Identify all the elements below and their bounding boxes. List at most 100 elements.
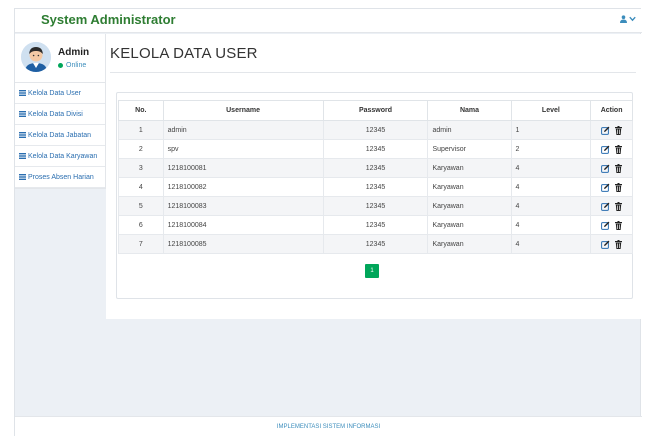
sidebar-item-label: Kelola Data User — [28, 89, 81, 97]
pagination-page-1[interactable]: 1 — [365, 264, 379, 278]
sidebar-item-kelola-data-karyawan[interactable]: Kelola Data Karyawan — [15, 146, 105, 167]
cell-password: 12345 — [322, 215, 429, 235]
table-row: 1 admin 12345 admin 1 — [118, 120, 633, 140]
trash-icon[interactable] — [614, 125, 623, 135]
column-header: No. — [118, 100, 164, 121]
column-header: Level — [510, 100, 592, 121]
user-icon — [620, 15, 627, 23]
cell-no: 1 — [118, 120, 164, 140]
cell-level: 4 — [510, 196, 592, 216]
edit-icon[interactable] — [600, 183, 610, 192]
cell-level: 4 — [510, 158, 592, 178]
cell-nama: Supervisor — [427, 139, 512, 159]
sidebar-item-kelola-data-divisi[interactable]: Kelola Data Divisi — [15, 104, 105, 125]
sidebar-item-proses-absen-harian[interactable]: Proses Absen Harian — [15, 167, 105, 188]
cell-action — [590, 139, 633, 159]
cell-username: 1218100084 — [162, 215, 324, 235]
online-status-icon — [58, 63, 63, 68]
edit-icon[interactable] — [600, 240, 610, 249]
edit-icon[interactable] — [600, 202, 610, 211]
cell-password: 12345 — [322, 234, 429, 254]
column-header: Username — [162, 100, 324, 121]
table-header-row: No. Username Password Nama Level Action — [118, 100, 633, 121]
column-header: Action — [590, 100, 633, 121]
cell-nama: Karyawan — [427, 215, 512, 235]
cell-nama: Karyawan — [427, 234, 512, 254]
sidebar-item-kelola-data-user[interactable]: Kelola Data User — [15, 83, 105, 104]
table-row: 4 1218100082 12345 Karyawan 4 — [118, 177, 633, 197]
cell-no: 4 — [118, 177, 164, 197]
cell-nama: Karyawan — [427, 177, 512, 197]
table-row: 6 1218100084 12345 Karyawan 4 — [118, 215, 633, 235]
user-name: Admin — [58, 47, 90, 58]
trash-icon[interactable] — [614, 182, 623, 192]
list-icon — [19, 90, 26, 96]
column-header: Nama — [427, 100, 512, 121]
user-status: Online — [58, 62, 86, 69]
cell-level: 4 — [510, 215, 592, 235]
user-table: No. Username Password Nama Level Action … — [118, 100, 633, 254]
table-row: 3 1218100081 12345 Karyawan 4 — [118, 158, 633, 178]
list-icon — [19, 132, 26, 138]
trash-icon[interactable] — [614, 163, 623, 173]
cell-username: 1218100083 — [162, 196, 324, 216]
brand-title[interactable]: System Administrator — [41, 12, 176, 27]
cell-password: 12345 — [322, 196, 429, 216]
main-content: KELOLA DATA USER No. Username Password N… — [106, 34, 642, 319]
cell-no: 3 — [118, 158, 164, 178]
user-panel: Admin Online — [15, 34, 105, 83]
table-row: 5 1218100083 12345 Karyawan 4 — [118, 196, 633, 216]
cell-action — [590, 234, 633, 254]
title-divider — [110, 72, 636, 73]
column-header: Password — [322, 100, 429, 121]
user-status-label: Online — [66, 62, 87, 69]
cell-action — [590, 177, 633, 197]
cell-nama: admin — [427, 120, 512, 140]
edit-icon[interactable] — [600, 145, 610, 154]
user-menu-toggle[interactable] — [620, 15, 636, 23]
user-table-box: No. Username Password Nama Level Action … — [116, 92, 633, 299]
cell-no: 7 — [118, 234, 164, 254]
trash-icon[interactable] — [614, 220, 623, 230]
cell-username: 1218100085 — [162, 234, 324, 254]
trash-icon[interactable] — [614, 144, 623, 154]
cell-level: 2 — [510, 139, 592, 159]
cell-no: 6 — [118, 215, 164, 235]
cell-password: 12345 — [322, 177, 429, 197]
top-navbar: System Administrator — [15, 9, 642, 33]
list-icon — [19, 111, 26, 117]
sidebar-item-label: Kelola Data Divisi — [28, 110, 83, 118]
list-icon — [19, 153, 26, 159]
cell-level: 4 — [510, 234, 592, 254]
cell-action — [590, 158, 633, 178]
cell-username: spv — [162, 139, 324, 159]
sidebar-item-kelola-data-jabatan[interactable]: Kelola Data Jabatan — [15, 125, 105, 146]
sidebar-item-label: Kelola Data Karyawan — [28, 152, 98, 160]
cell-action — [590, 196, 633, 216]
footer: IMPLEMENTASI SISTEM INFORMASI — [15, 416, 642, 437]
edit-icon[interactable] — [600, 164, 610, 173]
app-window: System Administrator Admin Online Kelola… — [14, 8, 642, 437]
cell-nama: Karyawan — [427, 196, 512, 216]
cell-no: 2 — [118, 139, 164, 159]
table-row: 7 1218100085 12345 Karyawan 4 — [118, 234, 633, 254]
cell-nama: Karyawan — [427, 158, 512, 178]
avatar — [21, 42, 51, 72]
cell-password: 12345 — [322, 120, 429, 140]
cell-no: 5 — [118, 196, 164, 216]
cell-password: 12345 — [322, 158, 429, 178]
cell-username: admin — [162, 120, 324, 140]
edit-icon[interactable] — [600, 126, 610, 135]
cell-username: 1218100081 — [162, 158, 324, 178]
table-row: 2 spv 12345 Supervisor 2 — [118, 139, 633, 159]
cell-level: 1 — [510, 120, 592, 140]
trash-icon[interactable] — [614, 201, 623, 211]
edit-icon[interactable] — [600, 221, 610, 230]
list-icon — [19, 174, 26, 180]
chevron-down-icon — [629, 16, 636, 22]
sidebar-item-label: Proses Absen Harian — [28, 173, 94, 181]
cell-action — [590, 215, 633, 235]
cell-username: 1218100082 — [162, 177, 324, 197]
cell-level: 4 — [510, 177, 592, 197]
trash-icon[interactable] — [614, 239, 623, 249]
